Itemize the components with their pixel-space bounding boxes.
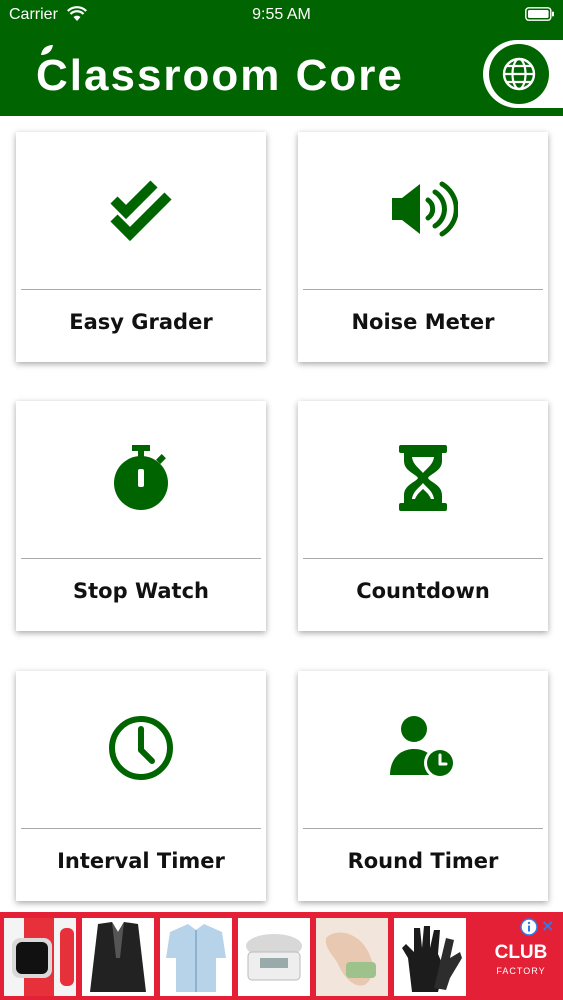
app-title: Classroom Core <box>36 51 404 100</box>
ad-product-blazer[interactable] <box>82 918 154 996</box>
tile-label: Stop Watch <box>73 579 209 603</box>
tile-divider <box>303 558 543 559</box>
double-check-icon <box>110 180 172 242</box>
tile-label: Countdown <box>356 579 490 603</box>
tile-divider <box>303 828 543 829</box>
hourglass-icon <box>399 445 447 511</box>
tile-interval-timer[interactable]: Interval Timer <box>16 671 266 901</box>
ad-info-icon[interactable] <box>520 918 538 936</box>
ad-banner[interactable]: CLUB FACTORY <box>0 912 563 1000</box>
gloves-image <box>394 918 466 996</box>
language-button[interactable] <box>483 40 563 108</box>
tile-noise-meter[interactable]: Noise Meter <box>298 132 548 362</box>
clock-icon <box>109 716 173 780</box>
tile-label: Easy Grader <box>69 310 213 334</box>
ad-product-smartwatch[interactable] <box>4 918 76 996</box>
ad-brand-factory: FACTORY <box>496 966 546 976</box>
ad-product-scale[interactable] <box>238 918 310 996</box>
tile-divider <box>303 289 543 290</box>
tile-easy-grader[interactable]: Easy Grader <box>16 132 266 362</box>
tile-label: Interval Timer <box>57 849 225 873</box>
tile-countdown[interactable]: Countdown <box>298 401 548 631</box>
foot-care-image <box>316 918 388 996</box>
clock-time: 9:55 AM <box>252 6 311 23</box>
tile-label: Noise Meter <box>351 310 495 334</box>
tile-stop-watch[interactable]: Stop Watch <box>16 401 266 631</box>
tile-round-timer[interactable]: Round Timer <box>298 671 548 901</box>
kitchen-scale-image <box>238 918 310 996</box>
status-bar: Carrier 9:55 AM <box>0 0 563 32</box>
speaker-volume-icon <box>392 181 458 237</box>
globe-icon <box>502 57 536 91</box>
stopwatch-icon <box>114 445 168 510</box>
user-clock-icon <box>390 716 456 779</box>
globe-icon-circle <box>489 44 549 104</box>
tile-divider <box>21 828 261 829</box>
ad-product-gloves[interactable] <box>394 918 466 996</box>
ad-brand-club: CLUB <box>494 942 548 963</box>
blazer-image <box>82 918 154 996</box>
ad-product-foot-care[interactable] <box>316 918 388 996</box>
ad-product-shirt[interactable] <box>160 918 232 996</box>
tile-divider <box>21 558 261 559</box>
tile-divider <box>21 289 261 290</box>
smartwatch-image <box>4 918 76 996</box>
battery-icon <box>525 7 554 21</box>
app-header: Classroom Core <box>0 32 563 116</box>
ad-close-icon[interactable]: × <box>541 916 554 935</box>
shirt-image <box>160 918 232 996</box>
tile-label: Round Timer <box>347 849 499 873</box>
